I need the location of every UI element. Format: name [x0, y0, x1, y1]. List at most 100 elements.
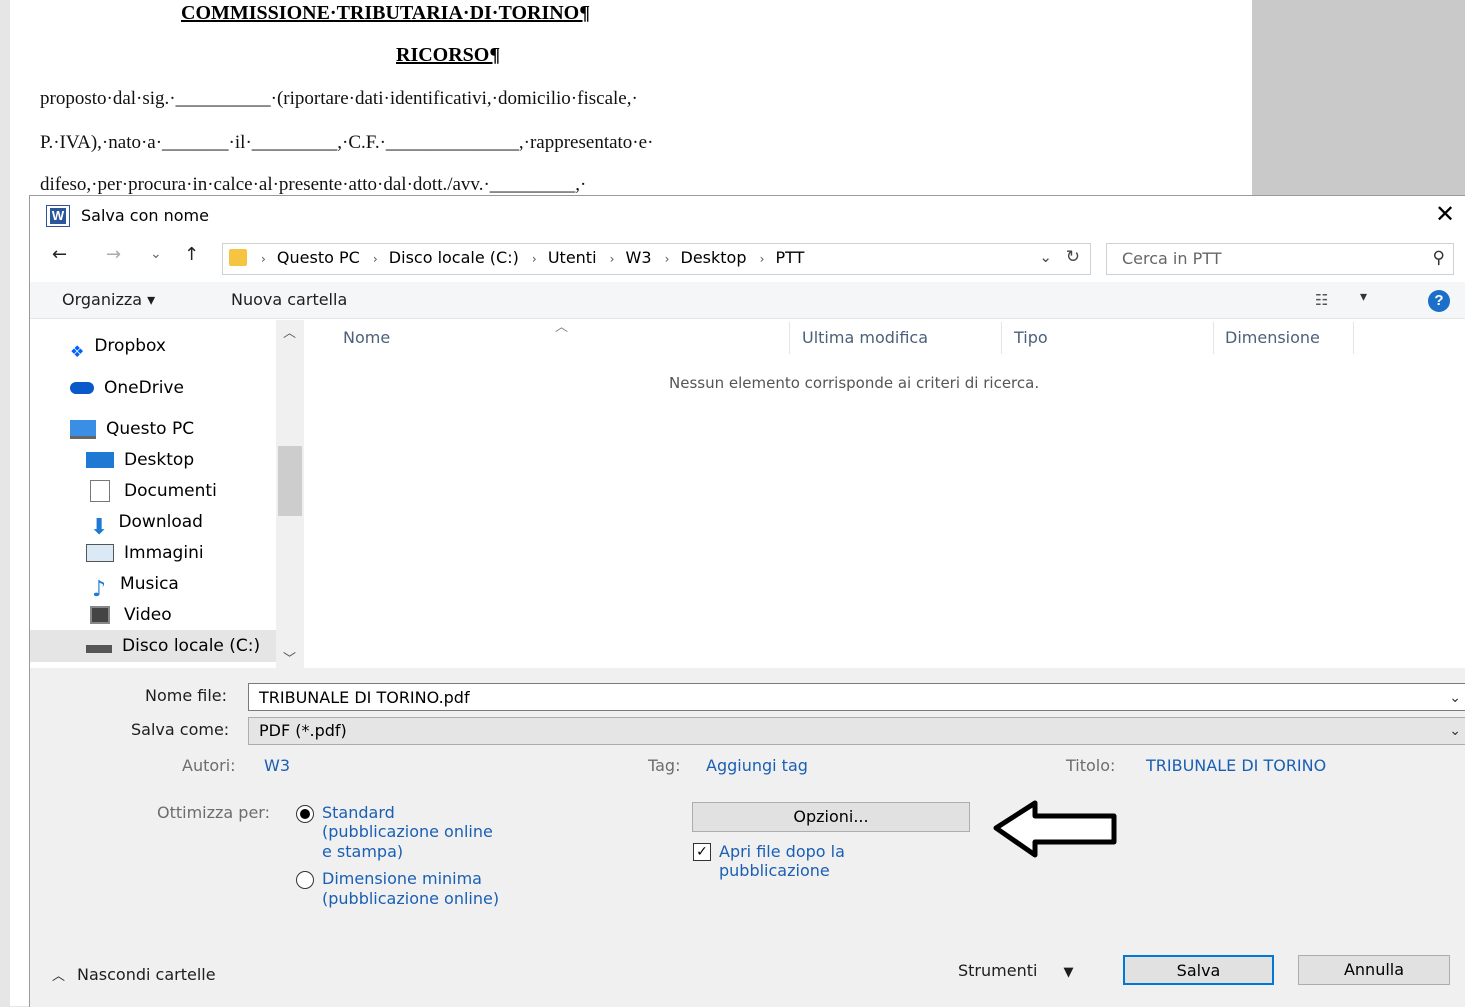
- save-options-pane: Nome file: TRIBUNALE DI TORINO.pdf ⌄ Sal…: [30, 668, 1465, 1007]
- optimize-label: Ottimizza per:: [157, 803, 270, 822]
- authors-value[interactable]: W3: [264, 756, 290, 775]
- tools-dropdown[interactable]: Strumenti ▼: [958, 961, 1073, 980]
- file-list: ︿ Nome Ultima modifica Tipo Dimensione N…: [307, 320, 1465, 668]
- options-button[interactable]: Opzioni...: [692, 802, 970, 832]
- forward-arrow-icon[interactable]: →: [106, 244, 121, 265]
- help-icon[interactable]: ?: [1428, 290, 1450, 312]
- breadcrumb-item[interactable]: Disco locale (C:): [389, 248, 519, 267]
- documents-icon: [90, 480, 110, 502]
- opt-min-line-2[interactable]: (pubblicazione online): [322, 889, 499, 908]
- word-app-icon: W: [46, 205, 70, 227]
- radio-minimum-size[interactable]: [296, 871, 314, 889]
- sidebar-item-questo-pc[interactable]: Questo PC: [70, 415, 194, 443]
- sidebar-item-immagini[interactable]: Immagini: [86, 539, 204, 567]
- sidebar-item-download[interactable]: ⬇ Download: [86, 508, 203, 540]
- chevron-down-icon[interactable]: ⌄: [1449, 684, 1461, 712]
- navigation-pane: ❖ Dropbox OneDrive Questo PC Desktop Docu…: [30, 320, 305, 668]
- pictures-icon: [86, 544, 114, 562]
- onedrive-icon: [70, 382, 94, 394]
- recent-locations-icon[interactable]: ⌄: [150, 246, 162, 262]
- save-as-dialog: W Salva con nome ✕ ← → ⌄ ↑ › Questo PC ›…: [29, 195, 1465, 1007]
- hide-folders-toggle[interactable]: ︿ Nascondi cartelle: [52, 965, 216, 984]
- desktop-icon: [86, 452, 114, 468]
- column-header-modified[interactable]: Ultima modifica: [802, 328, 928, 347]
- breadcrumb-item[interactable]: Desktop: [681, 248, 747, 267]
- doc-line-1: proposto·dal·sig.·__________·(riportare·…: [40, 88, 638, 109]
- address-bar[interactable]: › Questo PC › Disco locale (C:) › Utenti…: [222, 243, 1091, 275]
- navigation-row: ← → ⌄ ↑ › Questo PC › Disco locale (C:) …: [30, 236, 1465, 278]
- chevron-down-icon[interactable]: ⌄: [1449, 718, 1461, 744]
- view-dropdown-icon[interactable]: ▾: [1360, 289, 1367, 305]
- search-input[interactable]: Cerca in PTT ⚲: [1106, 243, 1454, 275]
- organize-button[interactable]: Organizza ▾: [62, 290, 155, 309]
- empty-list-message: Nessun elemento corrisponde ai criteri d…: [669, 374, 1040, 392]
- doc-heading-commission: COMMISSIONE·TRIBUTARIA·DI·TORINO¶: [181, 2, 591, 24]
- sidebar-item-disco-locale[interactable]: Disco locale (C:): [86, 632, 260, 660]
- scroll-down-icon[interactable]: ﹀: [283, 648, 296, 667]
- sidebar-scrollbar[interactable]: ︿ ﹀: [276, 320, 304, 668]
- filename-label: Nome file:: [145, 686, 228, 705]
- dialog-title: Salva con nome: [81, 206, 209, 225]
- open-after-line-1[interactable]: Apri file dopo la: [719, 842, 845, 861]
- doc-line-2: P.·IVA),·nato·a·_______·il·_________,·C.…: [40, 132, 654, 153]
- sidebar-item-documenti[interactable]: Documenti: [86, 477, 217, 505]
- search-icon[interactable]: ⚲: [1433, 248, 1445, 268]
- video-icon: [90, 606, 110, 624]
- tag-label: Tag:: [648, 756, 681, 775]
- dropdown-arrow-icon: ▼: [1063, 965, 1074, 980]
- scroll-up-icon[interactable]: ︿: [283, 322, 296, 341]
- opt-standard-line-1[interactable]: Standard: [322, 803, 395, 822]
- document-gutter: [1252, 0, 1465, 200]
- chevron-down-icon[interactable]: ⌄: [1039, 248, 1052, 266]
- close-icon[interactable]: ✕: [1432, 200, 1458, 228]
- command-toolbar: Organizza ▾ Nuova cartella ☷ ▾ ?: [30, 282, 1465, 319]
- cancel-button[interactable]: Annulla: [1298, 955, 1450, 985]
- sidebar-item-musica[interactable]: ♪ Musica: [86, 570, 179, 602]
- folder-icon: [229, 249, 247, 266]
- scrollbar-thumb[interactable]: [278, 446, 302, 516]
- tag-input[interactable]: Aggiungi tag: [706, 756, 808, 775]
- drive-icon: [86, 645, 112, 653]
- title-label: Titolo:: [1066, 756, 1116, 775]
- dropbox-icon: ❖: [70, 342, 85, 361]
- breadcrumb[interactable]: › Questo PC › Disco locale (C:) › Utenti…: [259, 248, 810, 267]
- sidebar-item-video[interactable]: Video: [86, 601, 172, 629]
- filename-input[interactable]: TRIBUNALE DI TORINO.pdf ⌄: [248, 683, 1465, 711]
- new-folder-button[interactable]: Nuova cartella: [231, 290, 347, 309]
- breadcrumb-item[interactable]: PTT: [776, 248, 805, 267]
- sidebar-item-dropbox[interactable]: ❖ Dropbox: [70, 332, 166, 361]
- sidebar-item-desktop[interactable]: Desktop: [86, 446, 194, 474]
- up-arrow-icon[interactable]: ↑: [184, 244, 199, 265]
- opt-standard-line-3[interactable]: e stampa): [322, 842, 403, 861]
- savetype-label: Salva come:: [131, 720, 230, 739]
- chevron-up-icon: ︿: [52, 969, 66, 984]
- column-header-type[interactable]: Tipo: [1014, 328, 1048, 347]
- download-icon: ⬇: [90, 515, 109, 540]
- title-input[interactable]: TRIBUNALE DI TORINO: [1146, 756, 1326, 775]
- music-icon: ♪: [92, 577, 107, 602]
- sort-ascending-icon: ︿: [555, 320, 569, 335]
- opt-min-line-1[interactable]: Dimensione minima: [322, 869, 482, 888]
- doc-line-3: difeso,·per·procura·in·calce·al·presente…: [40, 174, 587, 195]
- computer-icon: [70, 419, 96, 439]
- breadcrumb-item[interactable]: Questo PC: [277, 248, 360, 267]
- sidebar-item-onedrive[interactable]: OneDrive: [70, 374, 184, 402]
- radio-standard[interactable]: [296, 805, 314, 823]
- savetype-select[interactable]: PDF (*.pdf) ⌄: [248, 717, 1465, 745]
- doc-heading-ricorso: RICORSO¶: [396, 44, 501, 66]
- authors-label: Autori:: [182, 756, 236, 775]
- opt-standard-line-2[interactable]: (pubblicazione online: [322, 822, 493, 841]
- dialog-titlebar: W Salva con nome ✕: [30, 196, 1465, 234]
- save-button[interactable]: Salva: [1123, 955, 1274, 985]
- view-options-icon[interactable]: ☷: [1315, 291, 1328, 309]
- search-placeholder: Cerca in PTT: [1122, 249, 1222, 268]
- column-header-name[interactable]: Nome: [343, 328, 390, 347]
- refresh-icon[interactable]: ↻: [1066, 247, 1080, 267]
- column-header-size[interactable]: Dimensione: [1225, 328, 1320, 347]
- annotation-arrow-icon: [993, 800, 1117, 858]
- back-arrow-icon[interactable]: ←: [52, 244, 67, 265]
- breadcrumb-item[interactable]: Utenti: [548, 248, 597, 267]
- open-after-line-2[interactable]: pubblicazione: [719, 861, 830, 880]
- breadcrumb-item[interactable]: W3: [626, 248, 652, 267]
- open-after-checkbox[interactable]: ✓: [693, 843, 711, 861]
